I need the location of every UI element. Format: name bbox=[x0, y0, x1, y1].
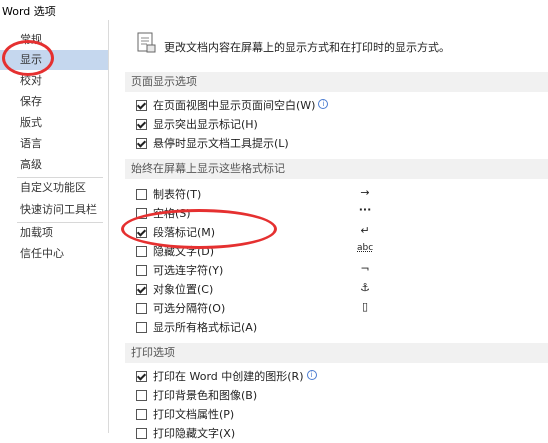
tab-symbol-icon: → bbox=[360, 186, 370, 199]
checkbox[interactable] bbox=[136, 264, 147, 276]
sidebar-item-typography[interactable]: 版式 bbox=[0, 113, 108, 133]
option-print-background[interactable]: 打印背景色和图像(B) bbox=[136, 387, 257, 405]
highlight-ellipse-display bbox=[2, 40, 54, 76]
option-object-anchors[interactable]: 对象位置(C) bbox=[136, 281, 213, 299]
highlight-ellipse-paragraph-marks bbox=[121, 209, 277, 249]
checkbox[interactable] bbox=[136, 118, 147, 130]
sidebar-item-language[interactable]: 语言 bbox=[0, 134, 108, 154]
checkbox[interactable] bbox=[136, 245, 147, 257]
section-print: 打印选项 bbox=[125, 343, 548, 363]
window-title: Word 选项 bbox=[2, 5, 56, 18]
section-format-marks: 始终在屏幕上显示这些格式标记 bbox=[125, 159, 548, 179]
sidebar-item-add-ins[interactable]: 加载项 bbox=[0, 223, 108, 243]
option-print-hidden-text[interactable]: 打印隐藏文字(X) bbox=[136, 425, 235, 443]
info-icon: i bbox=[318, 99, 329, 109]
sidebar-item-trust-center[interactable]: 信任中心 bbox=[0, 244, 108, 264]
optional-break-symbol-icon: ▯ bbox=[361, 300, 369, 313]
info-icon: i bbox=[306, 370, 317, 380]
checkbox[interactable] bbox=[136, 427, 147, 439]
page-description: 更改文档内容在屏幕上的显示方式和在打印时的显示方式。 bbox=[164, 41, 450, 54]
paragraph-symbol-icon: ↵ bbox=[360, 224, 370, 237]
sidebar-item-advanced[interactable]: 高级 bbox=[0, 155, 108, 175]
checkbox[interactable] bbox=[136, 370, 147, 382]
sidebar-item-save[interactable]: 保存 bbox=[0, 92, 108, 112]
optional-hyphen-symbol-icon: ¬ bbox=[360, 262, 370, 275]
title-bar: Word 选项 bbox=[0, 0, 548, 21]
option-optional-breaks[interactable]: 可选分隔符(O) bbox=[136, 300, 225, 318]
section-page-display: 页面显示选项 bbox=[125, 72, 548, 92]
option-show-all-marks[interactable]: 显示所有格式标记(A) bbox=[136, 319, 257, 337]
checkbox[interactable] bbox=[136, 188, 147, 200]
option-show-tooltips[interactable]: 悬停时显示文档工具提示(L) bbox=[136, 135, 289, 153]
sidebar: 常规 显示 校对 保存 版式 语言 高级 自定义功能区 快速访问工具栏 加载项 … bbox=[0, 20, 109, 433]
checkbox[interactable] bbox=[136, 137, 147, 149]
space-symbol-icon: ··· bbox=[358, 203, 372, 216]
option-optional-hyphens[interactable]: 可选连字符(Y) bbox=[136, 262, 223, 280]
sidebar-item-quick-access-toolbar[interactable]: 快速访问工具栏 bbox=[0, 200, 108, 220]
option-tab-characters[interactable]: 制表符(T) bbox=[136, 186, 201, 204]
checkbox[interactable] bbox=[136, 283, 147, 295]
option-show-whitespace[interactable]: 在页面视图中显示页面间空白(W) i bbox=[136, 97, 329, 115]
checkbox[interactable] bbox=[136, 389, 147, 401]
hidden-text-symbol-icon: abc bbox=[357, 243, 374, 253]
checkbox[interactable] bbox=[136, 99, 147, 111]
checkbox[interactable] bbox=[136, 302, 147, 314]
option-print-properties[interactable]: 打印文档属性(P) bbox=[136, 406, 234, 424]
option-print-drawings[interactable]: 打印在 Word 中创建的图形(R) i bbox=[136, 368, 317, 386]
option-show-highlighter[interactable]: 显示突出显示标记(H) bbox=[136, 116, 258, 134]
checkbox[interactable] bbox=[136, 321, 147, 333]
document-display-icon bbox=[135, 32, 157, 57]
sidebar-item-customize-ribbon[interactable]: 自定义功能区 bbox=[0, 178, 108, 198]
anchor-symbol-icon: ⚓ bbox=[360, 281, 370, 294]
checkbox[interactable] bbox=[136, 408, 147, 420]
